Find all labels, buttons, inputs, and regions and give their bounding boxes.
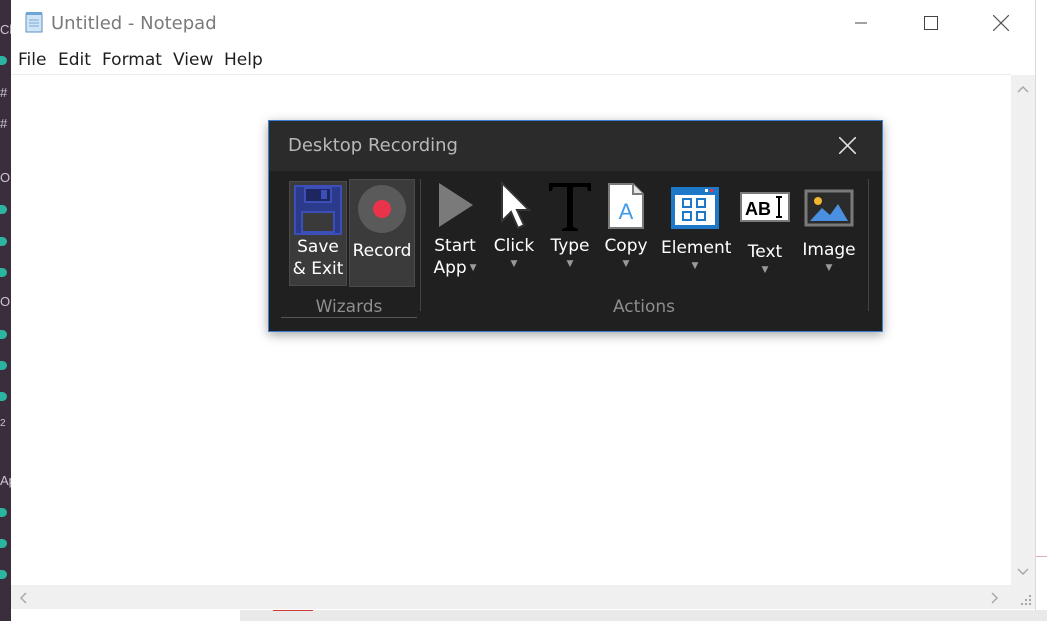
background-text: O	[0, 294, 11, 309]
dropdown-caret-icon: ▼	[622, 259, 630, 269]
text-button[interactable]: AB Text ▼	[737, 191, 793, 275]
resize-grip-icon	[1021, 595, 1031, 605]
tool-label: Start	[434, 236, 476, 256]
tool-label: Image	[802, 240, 856, 260]
background-status-dot	[0, 361, 7, 370]
maximize-button[interactable]	[896, 0, 966, 46]
record-icon	[358, 185, 406, 233]
background-line	[1036, 556, 1047, 557]
minimize-icon	[855, 22, 867, 24]
background-status-dot	[0, 237, 7, 246]
tool-label: Element	[661, 238, 732, 258]
scroll-up-icon[interactable]	[1017, 80, 1029, 96]
floppy-disk-icon	[294, 185, 342, 235]
tool-label: Text	[747, 242, 783, 262]
window-title: Untitled - Notepad	[51, 13, 217, 34]
tool-label: Type	[550, 236, 590, 256]
scroll-down-icon[interactable]	[1017, 563, 1029, 579]
scroll-right-icon[interactable]	[991, 591, 999, 607]
background-status-dot	[0, 508, 7, 517]
recorder-header[interactable]: Desktop Recording	[269, 121, 882, 171]
tool-label: App ▼	[433, 258, 477, 278]
menu-view[interactable]: View	[173, 50, 213, 70]
background-lock-icon	[0, 56, 7, 65]
element-button[interactable]: Element ▼	[661, 185, 732, 271]
wizards-group-label: Wizards	[315, 297, 383, 317]
background-status-dot	[0, 392, 7, 401]
actions-group-label: Actions	[612, 297, 676, 317]
recorder-close-button[interactable]	[829, 127, 865, 163]
recorder-title: Desktop Recording	[288, 135, 458, 156]
type-button[interactable]: Type ▼	[545, 179, 595, 269]
group-separator	[420, 179, 421, 311]
element-window-icon	[671, 187, 719, 229]
start-app-button[interactable]: Start App ▼	[429, 181, 481, 279]
save-and-exit-button[interactable]: Save & Exit	[289, 181, 347, 286]
background-text: 2	[0, 418, 6, 429]
dropdown-caret-icon: ▼	[566, 259, 574, 269]
tool-label: Click	[493, 236, 535, 256]
close-button[interactable]	[966, 0, 1036, 46]
tool-label: & Exit	[292, 259, 344, 279]
svg-text:AB: AB	[745, 199, 771, 219]
title-bar[interactable]: Untitled - Notepad	[11, 0, 1036, 46]
background-status-dot	[0, 205, 7, 214]
copy-button[interactable]: A Copy ▼	[601, 181, 651, 269]
group-underline	[281, 317, 417, 318]
dropdown-caret-icon: ▼	[691, 261, 699, 271]
maximize-icon	[924, 16, 938, 30]
play-icon	[439, 183, 473, 227]
record-button[interactable]: Record	[349, 179, 415, 287]
dropdown-caret-icon: ▼	[825, 263, 833, 273]
resize-grip[interactable]	[1011, 585, 1035, 609]
background-status-dot	[0, 268, 7, 277]
horizontal-scrollbar[interactable]	[11, 585, 1011, 609]
notepad-icon	[24, 11, 44, 33]
dropdown-caret-icon: ▼	[510, 259, 518, 269]
group-separator	[868, 179, 869, 311]
menu-file[interactable]: File	[18, 50, 46, 70]
type-t-icon	[549, 183, 591, 231]
menu-edit[interactable]: Edit	[58, 50, 91, 70]
image-icon	[804, 189, 854, 227]
copy-document-icon: A	[608, 183, 644, 229]
close-icon	[993, 15, 1009, 31]
background-text: #	[0, 85, 8, 100]
menu-format[interactable]: Format	[102, 50, 162, 70]
menu-help[interactable]: Help	[224, 50, 263, 70]
click-button[interactable]: Click ▼	[489, 181, 539, 269]
menu-bar: File Edit Format View Help	[11, 46, 1036, 74]
background-status-dot	[0, 570, 7, 579]
tool-label: Save	[297, 237, 339, 257]
vertical-scrollbar[interactable]	[1011, 75, 1035, 585]
scroll-left-icon[interactable]	[19, 591, 27, 607]
text-ocr-icon: AB	[740, 192, 790, 222]
close-icon	[838, 136, 856, 154]
background-status-dot	[0, 330, 7, 339]
background-app-bottom	[240, 610, 1047, 621]
dropdown-caret-icon: ▼	[761, 265, 769, 275]
image-button[interactable]: Image ▼	[801, 189, 857, 273]
background-app-strip: Cl # # O O 2 Ap	[0, 0, 16, 621]
desktop-recording-dialog: Desktop Recording Save & Exit Record Wiz…	[268, 120, 883, 332]
background-text: O	[0, 170, 11, 185]
cursor-icon	[501, 181, 532, 230]
tool-label: Record	[352, 241, 412, 261]
background-status-dot	[0, 539, 7, 548]
tool-label: Copy	[604, 236, 648, 256]
recorder-toolbar: Save & Exit Record Wizards Start App ▼ C…	[269, 171, 882, 331]
minimize-button[interactable]	[826, 0, 896, 46]
svg-text:A: A	[619, 199, 634, 224]
background-text: #	[0, 116, 8, 131]
